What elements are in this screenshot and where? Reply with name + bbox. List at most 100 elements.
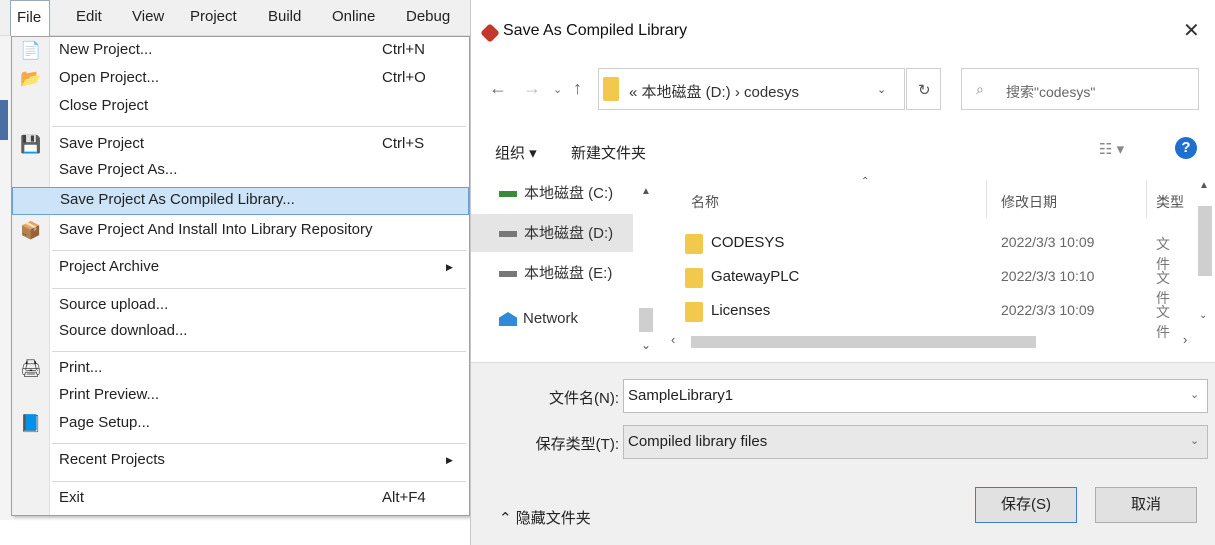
menu-item-label: Open Project... — [59, 69, 160, 86]
search-placeholder: 搜索"codesys" — [1006, 84, 1096, 100]
file-date: 2022/3/3 10:09 — [1001, 234, 1095, 250]
nav-scrollbar[interactable]: ▲ ⌄ — [637, 178, 657, 358]
menu-item-page-setup[interactable]: 📘 Page Setup... — [12, 414, 469, 438]
menu-item-label: Exit — [59, 489, 85, 506]
nav-item-label: Network — [523, 310, 579, 327]
nav-item-network[interactable]: Network — [499, 310, 578, 327]
nav-item-drive-e[interactable]: 本地磁盘 (E:) — [499, 262, 612, 283]
menu-item-print-preview[interactable]: Print Preview... — [12, 386, 469, 410]
scroll-thumb[interactable] — [1198, 206, 1212, 276]
menu-view[interactable]: View — [132, 8, 164, 25]
file-row[interactable]: CODESYS 2022/3/3 10:09 文件 — [661, 230, 1181, 272]
menu-item-label: Close Project — [59, 97, 149, 114]
save-button[interactable]: 保存(S) — [975, 487, 1077, 523]
menu-online[interactable]: Online — [332, 8, 375, 25]
menu-item-label: Print... — [59, 359, 103, 376]
menu-separator — [52, 481, 466, 482]
library-install-icon: 📦 — [20, 221, 42, 240]
hide-folders-toggle[interactable]: ⌃ 隐藏文件夹 — [499, 507, 591, 528]
chevron-down-icon[interactable]: ⌄ — [1190, 434, 1199, 447]
scroll-thumb[interactable] — [639, 308, 653, 332]
chevron-down-icon[interactable]: ⌄ — [1190, 388, 1199, 401]
hide-folders-label: 隐藏文件夹 — [515, 510, 591, 527]
file-list-vertical-scrollbar[interactable]: ▲ ⌄ — [1196, 178, 1214, 338]
page-setup-icon: 📘 — [20, 414, 42, 433]
search-icon: ⌕ — [976, 81, 984, 97]
file-list-horizontal-scrollbar[interactable]: ‹ › — [671, 332, 1201, 352]
dialog-toolbar: 组织 ▾ 新建文件夹 ☷ ▾ ? — [471, 130, 1215, 168]
column-header-date[interactable]: 修改日期 — [1001, 192, 1057, 212]
menu-item-save-and-install-library[interactable]: 📦 Save Project And Install Into Library … — [12, 221, 469, 245]
filename-input[interactable]: SampleLibrary1 ⌄ — [623, 379, 1208, 413]
menu-item-shortcut: Ctrl+S — [382, 135, 425, 152]
submenu-arrow-icon: ▶ — [446, 455, 453, 465]
file-name: Licenses — [711, 302, 771, 319]
scroll-right-icon[interactable]: › — [1183, 332, 1187, 347]
folder-icon — [685, 268, 703, 288]
menu-item-save-project[interactable]: 💾 Save Project Ctrl+S — [12, 135, 469, 159]
file-row[interactable]: GatewayPLC 2022/3/3 10:10 文件 — [661, 264, 1181, 306]
scroll-up-icon[interactable]: ▲ — [1199, 180, 1209, 191]
scroll-down-icon[interactable]: ⌄ — [1199, 310, 1207, 321]
column-header-type[interactable]: 类型 — [1156, 192, 1184, 212]
menu-item-recent-projects[interactable]: Recent Projects ▶ — [12, 451, 469, 475]
menu-item-label: Save Project As... — [59, 161, 178, 178]
menu-item-label: Save Project As Compiled Library... — [60, 191, 295, 208]
nav-item-drive-d[interactable]: 本地磁盘 (D:) — [499, 222, 613, 243]
scroll-up-icon[interactable]: ▲ — [641, 186, 651, 197]
menu-item-save-as-compiled-library[interactable]: Save Project As Compiled Library... — [12, 187, 469, 215]
chevron-down-icon[interactable]: ⌄ — [877, 83, 886, 96]
organize-button[interactable]: 组织 ▾ — [495, 142, 537, 163]
menu-edit[interactable]: Edit — [76, 8, 102, 25]
filename-label: 文件名(N): — [549, 390, 619, 407]
back-arrow-icon[interactable]: ← — [489, 78, 507, 99]
menu-item-label: Save Project And Install Into Library Re… — [59, 221, 373, 238]
filetype-select[interactable]: Compiled library files ⌄ — [623, 425, 1208, 459]
menu-item-exit[interactable]: Exit Alt+F4 — [12, 489, 469, 513]
menu-item-source-upload[interactable]: Source upload... — [12, 296, 469, 320]
column-divider — [1146, 180, 1147, 218]
new-folder-button[interactable]: 新建文件夹 — [571, 142, 646, 163]
menu-item-close-project[interactable]: Close Project — [12, 97, 469, 121]
file-row[interactable]: Licenses 2022/3/3 10:09 文件 — [661, 298, 1181, 340]
scroll-left-icon[interactable]: ‹ — [671, 332, 675, 347]
scroll-down-icon[interactable]: ⌄ — [641, 338, 651, 352]
scroll-thumb[interactable] — [691, 336, 1036, 348]
file-name: CODESYS — [711, 234, 785, 251]
search-input[interactable]: ⌕ 搜索"codesys" — [961, 68, 1199, 110]
menu-item-project-archive[interactable]: Project Archive ▶ — [12, 258, 469, 282]
column-header-name[interactable]: 名称 — [691, 192, 719, 212]
menu-item-label: Page Setup... — [59, 414, 150, 431]
recent-locations-chevron-icon[interactable]: ⌄ — [553, 83, 562, 96]
menu-separator — [52, 250, 466, 251]
file-date: 2022/3/3 10:09 — [1001, 302, 1095, 318]
menu-item-label: Save Project — [59, 135, 145, 152]
menu-item-label: New Project... — [59, 41, 153, 58]
view-options-icon[interactable]: ☷ ▾ — [1099, 140, 1124, 158]
close-icon[interactable]: ✕ — [1183, 18, 1200, 43]
menu-item-print[interactable]: 🖨 Print... — [12, 359, 469, 383]
menu-item-new-project[interactable]: 📄 New Project... Ctrl+N — [12, 41, 469, 65]
file-menu-dropdown: 📄 New Project... Ctrl+N 📂 Open Project..… — [11, 36, 470, 516]
network-icon — [499, 312, 517, 327]
menu-item-label: Print Preview... — [59, 386, 160, 403]
codesys-app-icon — [480, 23, 500, 43]
file-date: 2022/3/3 10:10 — [1001, 268, 1095, 284]
nav-item-drive-c[interactable]: 本地磁盘 (C:) — [499, 182, 613, 203]
floppy-disk-icon: 💾 — [20, 135, 42, 154]
menu-build[interactable]: Build — [268, 8, 301, 25]
menu-item-save-project-as[interactable]: Save Project As... — [12, 161, 469, 185]
menu-item-source-download[interactable]: Source download... — [12, 322, 469, 346]
address-bar[interactable]: « 本地磁盘 (D:) › codesys ⌄ — [598, 68, 905, 110]
menubar: File Edit View Project Build Online Debu… — [0, 0, 472, 37]
menu-file[interactable]: File — [10, 0, 50, 37]
menu-item-open-project[interactable]: 📂 Open Project... Ctrl+O — [12, 69, 469, 93]
cancel-button[interactable]: 取消 — [1095, 487, 1197, 523]
codesys-main-window: File Edit View Project Build Online Debu… — [0, 0, 472, 520]
up-arrow-icon[interactable]: ↑ — [573, 78, 582, 99]
refresh-button[interactable]: ↻ — [906, 68, 941, 110]
forward-arrow-icon[interactable]: → — [523, 78, 541, 99]
menu-project[interactable]: Project — [190, 8, 237, 25]
help-icon[interactable]: ? — [1175, 137, 1197, 159]
menu-debug[interactable]: Debug — [406, 8, 450, 25]
